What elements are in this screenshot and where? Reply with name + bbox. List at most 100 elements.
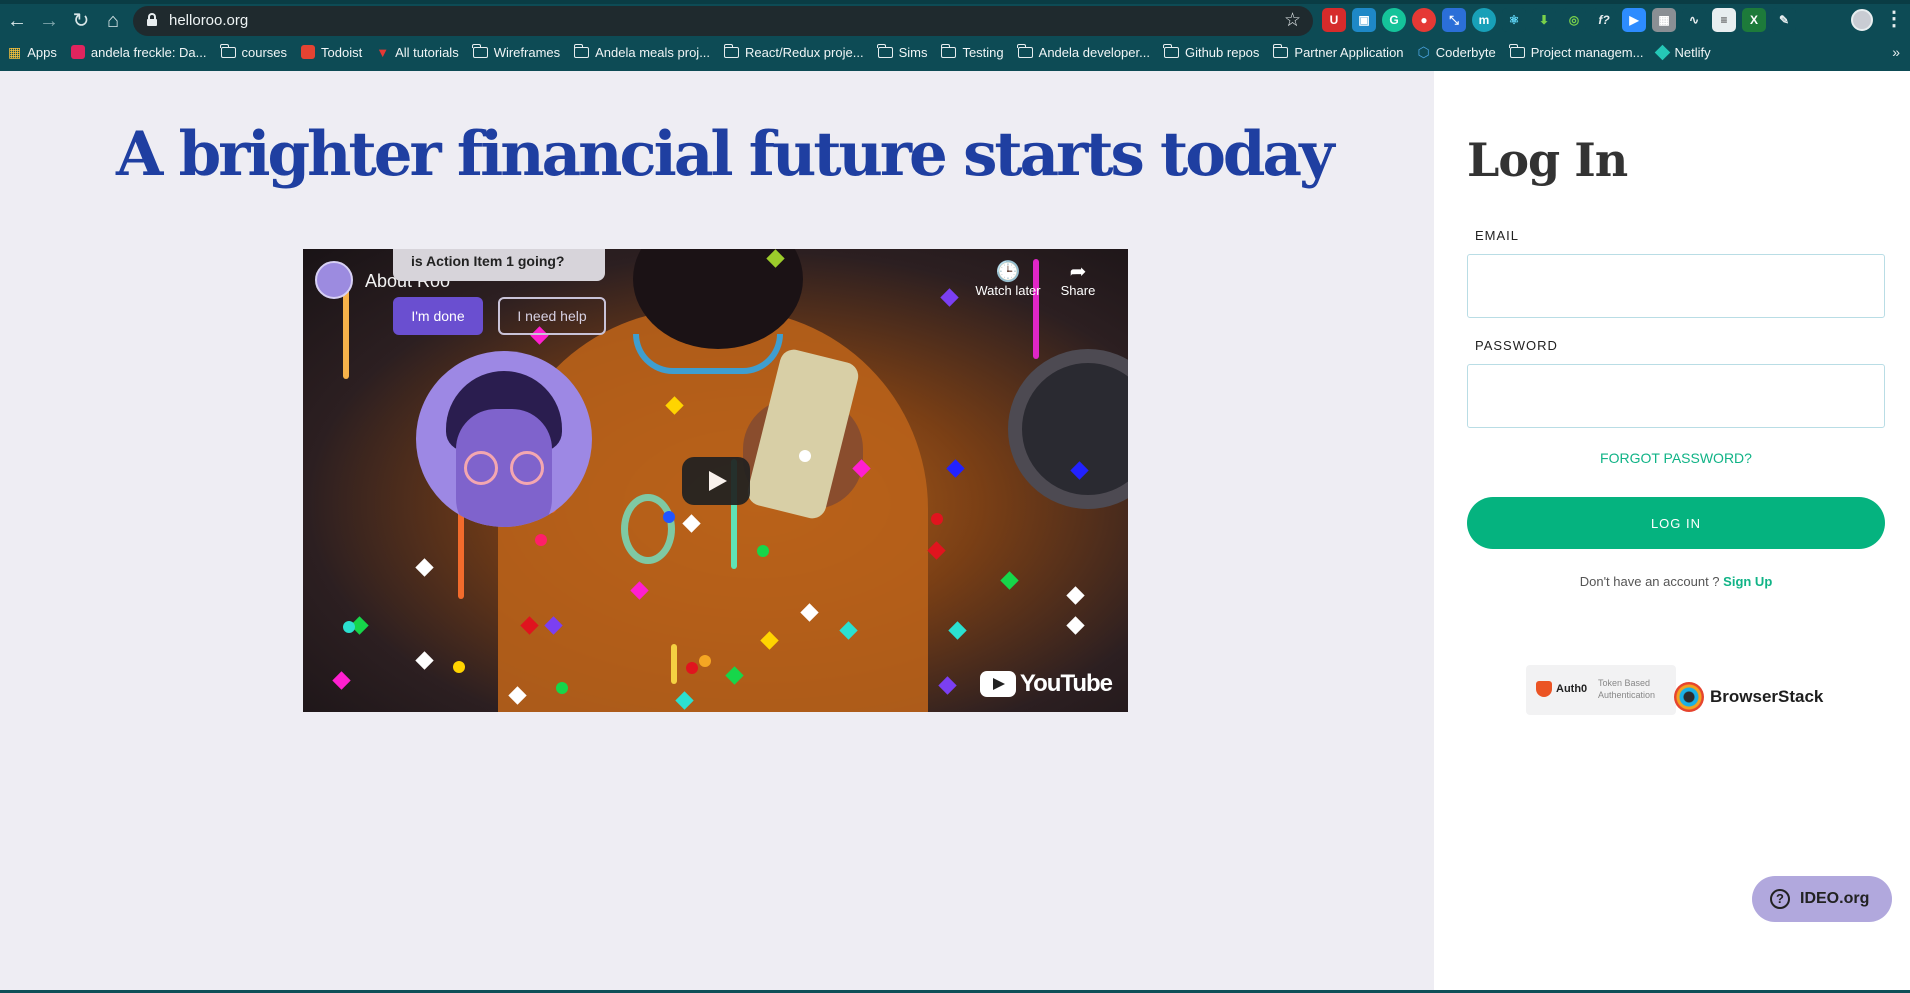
image-extension-icon[interactable]: ▦ <box>1652 8 1676 32</box>
folder-icon <box>940 43 957 58</box>
browser-menu-icon[interactable]: ⋮ <box>1884 6 1904 31</box>
signup-prompt-text: Don't have an account ? <box>1579 574 1720 589</box>
confetti-piece <box>927 541 946 560</box>
video-player[interactable]: About Roo is Action Item 1 going? I'm do… <box>303 249 1128 712</box>
target-extension-icon[interactable]: ◎ <box>1562 8 1586 32</box>
forgot-password-link[interactable]: FORGOT PASSWORD? <box>1467 450 1885 466</box>
confetti-piece <box>938 676 957 695</box>
bookmark-sims[interactable]: Sims <box>877 43 927 60</box>
apps-grid-icon: ▦ <box>8 43 22 60</box>
bookmark-apps[interactable]: ▦ Apps <box>8 44 57 61</box>
video-collar <box>633 334 783 374</box>
profile-avatar[interactable] <box>1851 9 1873 31</box>
ublock-extension-icon[interactable]: U <box>1322 8 1346 32</box>
play-button[interactable] <box>682 457 750 505</box>
confetti-piece <box>332 671 351 690</box>
bookmark-star-icon[interactable]: ☆ <box>1284 9 1301 32</box>
folder-icon <box>723 43 740 58</box>
wave-extension-icon[interactable]: ∿ <box>1682 8 1706 32</box>
home-icon[interactable]: ⌂ <box>100 8 126 34</box>
grammarly-extension-icon[interactable]: G <box>1382 8 1406 32</box>
screenshot-extension-icon[interactable]: ▣ <box>1352 8 1376 32</box>
login-button[interactable]: LOG IN <box>1467 497 1885 549</box>
confetti-piece <box>946 459 965 478</box>
function-extension-icon[interactable]: f? <box>1592 8 1616 32</box>
video-speech-bubble: is Action Item 1 going? <box>393 249 605 281</box>
momentum-extension-icon[interactable]: m <box>1472 8 1496 32</box>
confetti-dot <box>799 450 811 462</box>
lastpass-extension-icon[interactable]: ● <box>1412 8 1436 32</box>
window-resizer-extension-icon[interactable]: ⤡ <box>1442 8 1466 32</box>
bookmark-all-tutorials[interactable]: ▼ All tutorials <box>376 45 458 60</box>
address-bar[interactable]: helloroo.org ☆ <box>133 6 1313 36</box>
question-circle-icon: ? <box>1770 889 1790 909</box>
video-im-done-button: I'm done <box>393 297 483 335</box>
confetti-dot <box>663 511 675 523</box>
notes-extension-icon[interactable]: ≡ <box>1712 8 1736 32</box>
ideo-help-widget[interactable]: ? IDEO.org <box>1752 876 1892 922</box>
extensions-bar: U ▣ G ● ⤡ m ⚛ ⬇ ◎ f? ▶ ▦ ∿ ≡ X ✎ <box>1322 8 1796 32</box>
confetti-piece <box>1066 586 1085 605</box>
excel-extension-icon[interactable]: X <box>1742 8 1766 32</box>
bookmark-courses[interactable]: courses <box>220 43 287 60</box>
ideo-label: IDEO.org <box>1800 890 1870 907</box>
auth0-badge[interactable]: Auth0 Token Based Authentication <box>1526 665 1676 715</box>
lock-icon <box>147 13 157 26</box>
bookmark-react-redux[interactable]: React/Redux proje... <box>723 43 864 60</box>
login-title: Log In <box>1467 133 1628 187</box>
pen-extension-icon[interactable]: ✎ <box>1772 8 1796 32</box>
video-washer <box>1008 349 1128 509</box>
confetti-dot <box>686 662 698 674</box>
email-field[interactable] <box>1467 254 1885 318</box>
bookmark-todoist[interactable]: Todoist <box>301 45 362 60</box>
bookmark-partner-application[interactable]: Partner Application <box>1272 43 1404 60</box>
netlify-icon <box>1655 44 1671 60</box>
bookmark-freckle[interactable]: andela freckle: Da... <box>70 45 207 60</box>
bookmark-andela-developer[interactable]: Andela developer... <box>1017 43 1150 60</box>
confetti-dot <box>931 513 943 525</box>
login-panel: Log In EMAIL PASSWORD FORGOT PASSWORD? L… <box>1434 71 1910 993</box>
bookmark-project-management[interactable]: Project managem... <box>1509 43 1643 60</box>
confetti-piece <box>1000 571 1019 590</box>
folder-icon <box>1509 43 1525 58</box>
share-button[interactable]: ➦ Share <box>1043 259 1113 298</box>
confetti-piece <box>415 651 434 670</box>
password-label: PASSWORD <box>1475 338 1558 353</box>
signup-link[interactable]: Sign Up <box>1723 574 1772 589</box>
confetti-piece <box>1066 616 1085 635</box>
bookmark-wireframes[interactable]: Wireframes <box>472 43 560 60</box>
browser-chrome: ← → ↻ ⌂ helloroo.org ☆ U ▣ G ● ⤡ m ⚛ ⬇ ◎… <box>0 0 1910 71</box>
youtube-logo[interactable]: YouTube <box>979 670 1113 698</box>
download-extension-icon[interactable]: ⬇ <box>1532 8 1556 32</box>
video-bracelet <box>621 494 675 564</box>
zoom-extension-icon[interactable]: ▶ <box>1622 8 1646 32</box>
folder-icon <box>1163 43 1179 58</box>
bookmark-netlify[interactable]: Netlify <box>1655 44 1711 60</box>
url-text[interactable]: helloroo.org <box>169 12 248 29</box>
todoist-icon <box>301 45 316 59</box>
bookmarks-overflow-icon[interactable]: » <box>1892 44 1900 60</box>
forward-icon[interactable]: → <box>36 8 62 34</box>
browserstack-name: BrowserStack <box>1710 687 1824 706</box>
email-label: EMAIL <box>1475 228 1520 243</box>
bookmark-testing[interactable]: Testing <box>940 43 1004 60</box>
confetti-streamer <box>671 644 677 684</box>
bookmark-andela-meals[interactable]: Andela meals proj... <box>573 43 710 60</box>
signup-prompt: Don't have an account ? Sign Up <box>1467 574 1885 589</box>
hero-section: A brighter financial future starts today <box>0 71 1434 993</box>
bookmark-github-repos[interactable]: Github repos <box>1163 43 1259 60</box>
bookmark-coderbyte[interactable]: ⬡ Coderbyte <box>1418 44 1496 61</box>
back-icon[interactable]: ← <box>4 8 30 34</box>
auth0-shield-icon <box>1536 681 1552 697</box>
browserstack-badge[interactable]: BrowserStack <box>1674 682 1823 712</box>
watch-later-button[interactable]: 🕒 Watch later <box>973 259 1043 298</box>
folder-icon <box>220 43 236 58</box>
confetti-dot <box>699 655 711 667</box>
confetti-dot <box>453 661 465 673</box>
password-field[interactable] <box>1467 364 1885 428</box>
react-devtools-icon[interactable]: ⚛ <box>1502 8 1526 32</box>
video-need-help-button: I need help <box>498 297 606 335</box>
channel-avatar[interactable] <box>315 261 353 299</box>
folder-icon <box>472 43 488 58</box>
reload-icon[interactable]: ↻ <box>68 8 94 34</box>
